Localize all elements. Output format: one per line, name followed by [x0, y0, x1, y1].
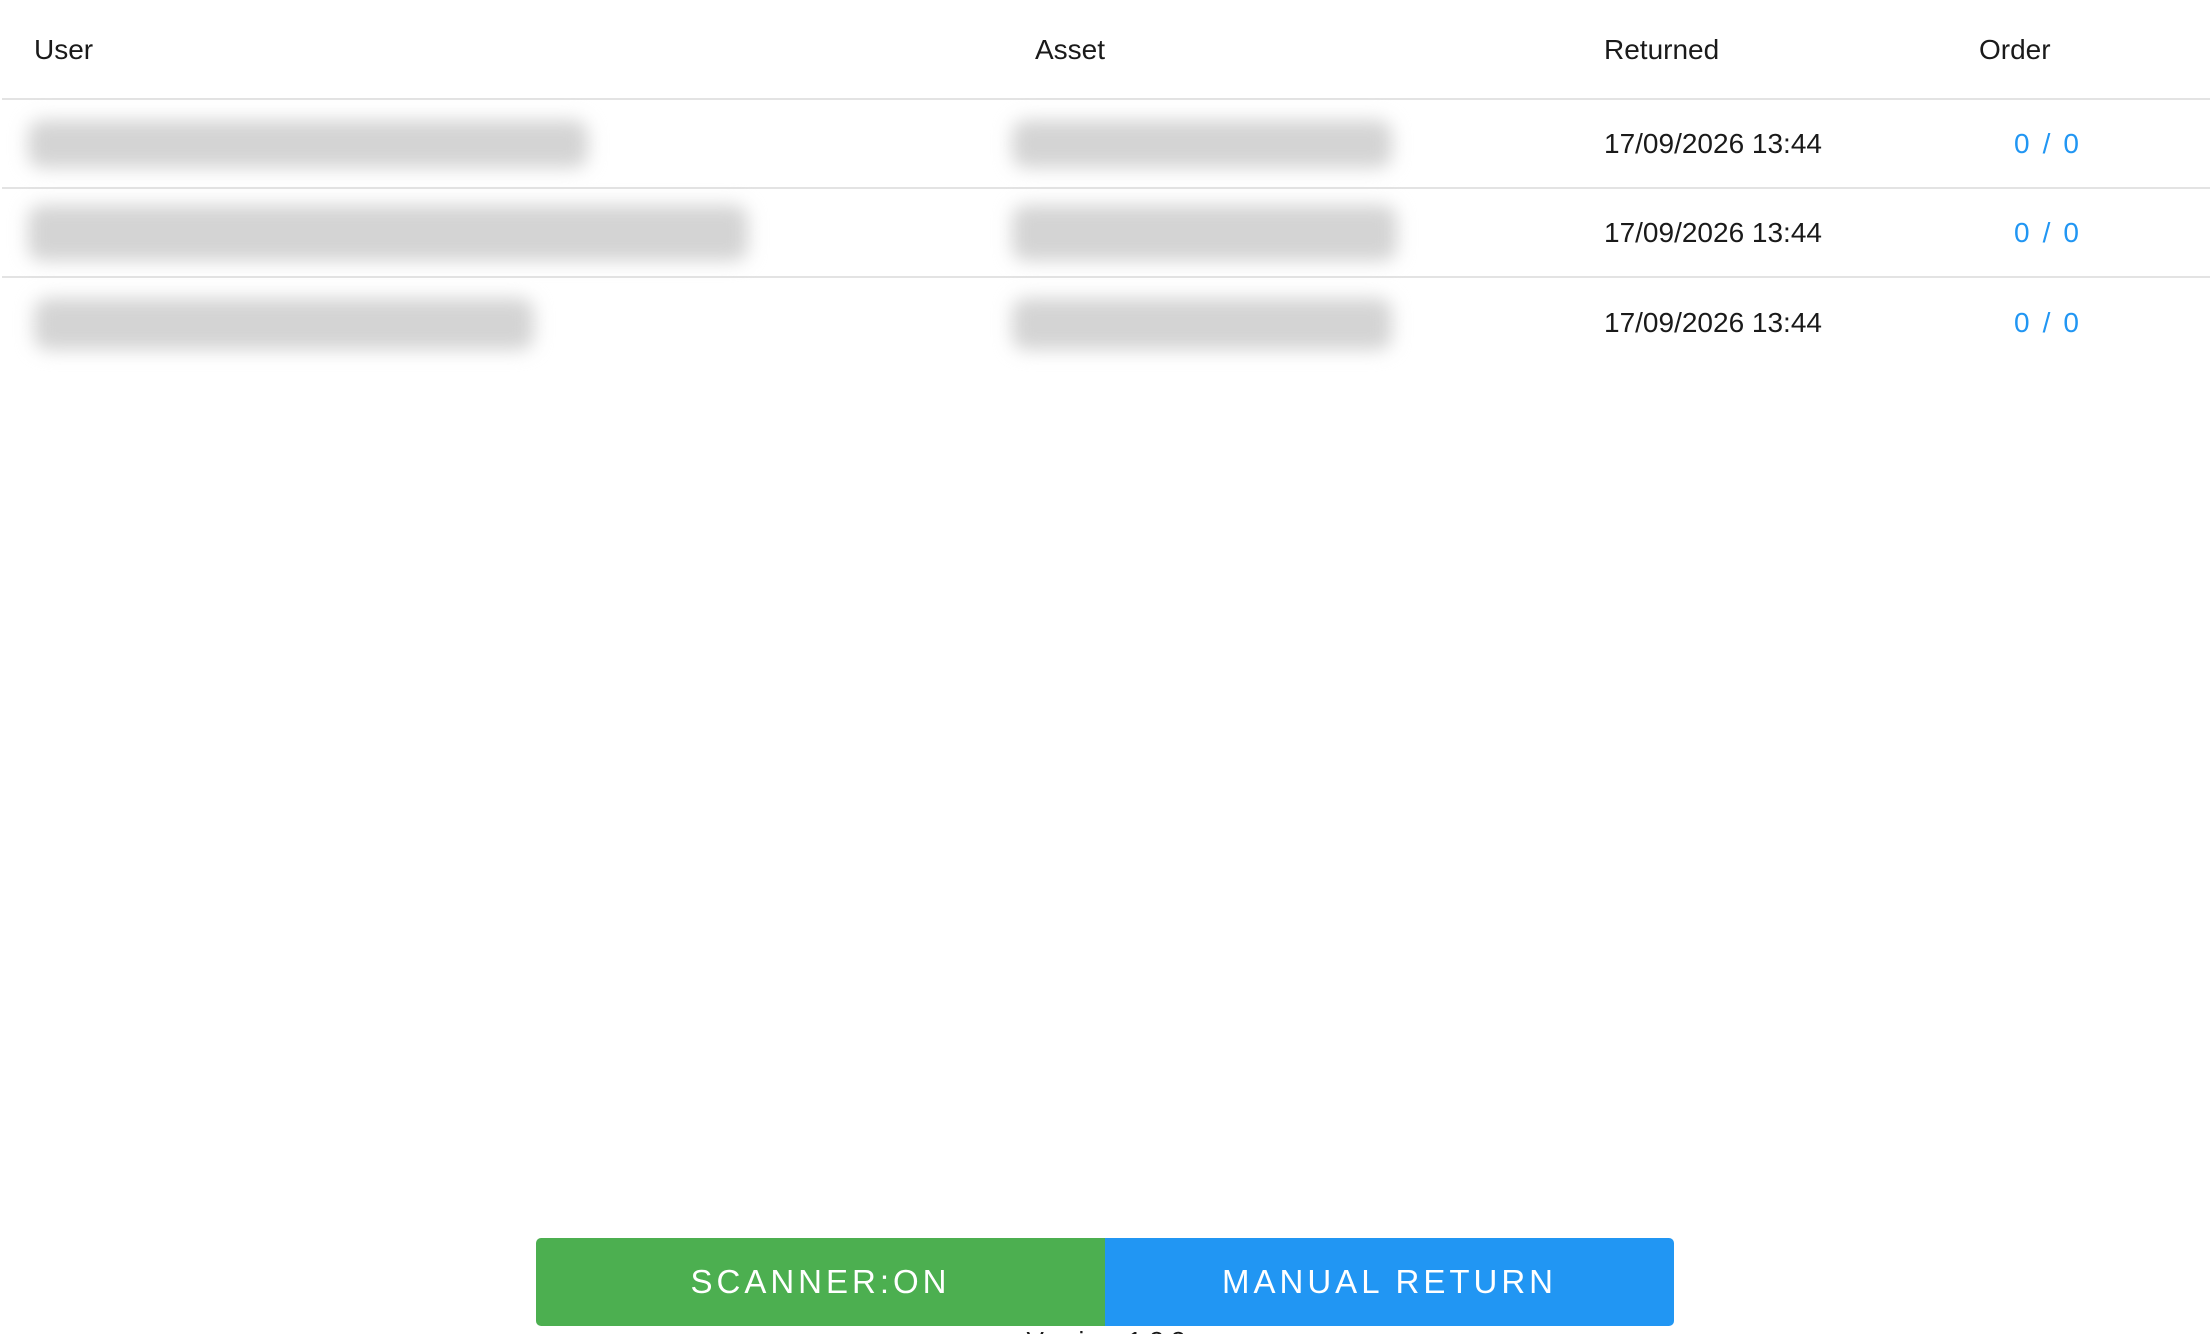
redacted-user-cell	[28, 120, 588, 168]
table-row[interactable]: 17/09/2026 13:44 0 / 0	[2, 278, 2210, 365]
redacted-asset-cell	[1012, 298, 1392, 350]
order-separator: /	[2042, 217, 2052, 248]
order-total: 0	[2063, 217, 2080, 248]
order-total: 0	[2063, 128, 2080, 159]
table-row[interactable]: 17/09/2026 13:44 0 / 0	[2, 189, 2210, 278]
column-header-user[interactable]: User	[34, 33, 93, 67]
order-count[interactable]: 0 / 0	[2014, 216, 2080, 250]
column-header-returned[interactable]: Returned	[1604, 33, 1719, 67]
returned-date: 17/09/2026 13:44	[1604, 217, 1822, 248]
redacted-asset-cell	[1012, 205, 1397, 261]
order-total: 0	[2063, 307, 2080, 338]
order-count[interactable]: 0 / 0	[2014, 306, 2080, 340]
version-label: Version: 1.3.3	[0, 1326, 2212, 1334]
order-separator: /	[2042, 128, 2052, 159]
column-header-order[interactable]: Order	[1979, 33, 2051, 67]
returns-page: User Asset Returned Order 17/09/2026 13:…	[0, 0, 2212, 1334]
action-bar: SCANNER:ON MANUAL RETURN	[536, 1238, 1674, 1326]
order-done: 0	[2014, 128, 2031, 159]
returned-date: 17/09/2026 13:44	[1604, 307, 1822, 338]
table-header: User Asset Returned Order	[2, 0, 2210, 100]
redacted-asset-cell	[1012, 120, 1392, 168]
order-done: 0	[2014, 217, 2031, 248]
manual-return-button[interactable]: MANUAL RETURN	[1105, 1238, 1674, 1326]
column-header-asset[interactable]: Asset	[1035, 33, 1105, 67]
order-done: 0	[2014, 307, 2031, 338]
returns-table: User Asset Returned Order 17/09/2026 13:…	[2, 0, 2210, 365]
redacted-user-cell	[34, 298, 534, 350]
scanner-toggle-button[interactable]: SCANNER:ON	[536, 1238, 1105, 1326]
table-row[interactable]: 17/09/2026 13:44 0 / 0	[2, 100, 2210, 189]
order-count[interactable]: 0 / 0	[2014, 127, 2080, 161]
returned-date: 17/09/2026 13:44	[1604, 128, 1822, 159]
redacted-user-cell	[28, 205, 748, 261]
order-separator: /	[2042, 307, 2052, 338]
